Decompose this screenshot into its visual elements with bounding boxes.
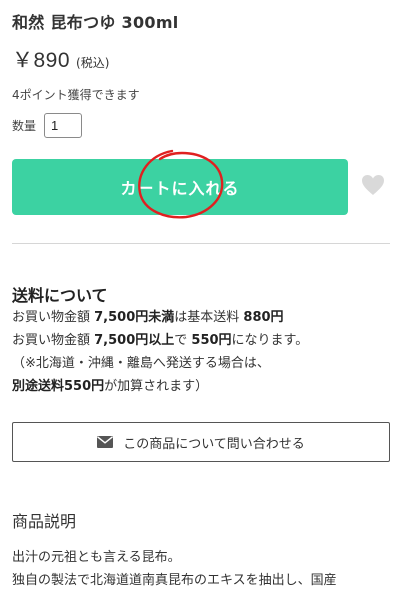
quantity-input[interactable] xyxy=(44,113,83,138)
price-row: ￥890 (税込) xyxy=(12,44,109,74)
description-line-1: 出汁の元祖とも言える昆布。 xyxy=(12,550,181,565)
heart-icon[interactable] xyxy=(361,174,385,196)
description-line-2: 独自の製法で北海道道南真昆布のエキスを抽出し、国産 xyxy=(12,573,337,588)
shipping-line-4: 別途送料550円が加算されます） xyxy=(12,379,209,394)
product-price: ￥890 xyxy=(12,49,71,72)
description-heading: 商品説明 xyxy=(12,512,77,531)
description-text: 出汁の元祖とも言える昆布。 独自の製法で北海道道南真昆布のエキスを抽出し、国産 xyxy=(12,546,400,592)
inquiry-label: この商品について問い合わせる xyxy=(123,436,305,452)
shipping-line-1: お買い物金額 7,500円未満は基本送料 880円 xyxy=(12,310,284,325)
tax-label: (税込) xyxy=(76,56,110,70)
shipping-line-3: （※北海道・沖縄・離島へ発送する場合は、 xyxy=(12,356,270,371)
product-inquiry-button[interactable]: この商品について問い合わせる xyxy=(12,422,390,462)
product-name: 和然 昆布つゆ 300ml xyxy=(12,13,179,32)
quantity-label: 数量 xyxy=(12,119,37,133)
points-info: 4ポイント獲得できます xyxy=(12,88,140,102)
section-divider xyxy=(12,243,390,244)
shipping-title: 送料について xyxy=(12,286,108,305)
add-to-cart-button[interactable]: カートに入れる xyxy=(12,159,348,215)
shipping-line-2: お買い物金額 7,500円以上で 550円になります。 xyxy=(12,333,309,348)
shipping-info: お買い物金額 7,500円未満は基本送料 880円 お買い物金額 7,500円以… xyxy=(12,306,392,398)
quantity-row: 数量 xyxy=(12,113,83,138)
envelope-icon xyxy=(97,436,114,448)
